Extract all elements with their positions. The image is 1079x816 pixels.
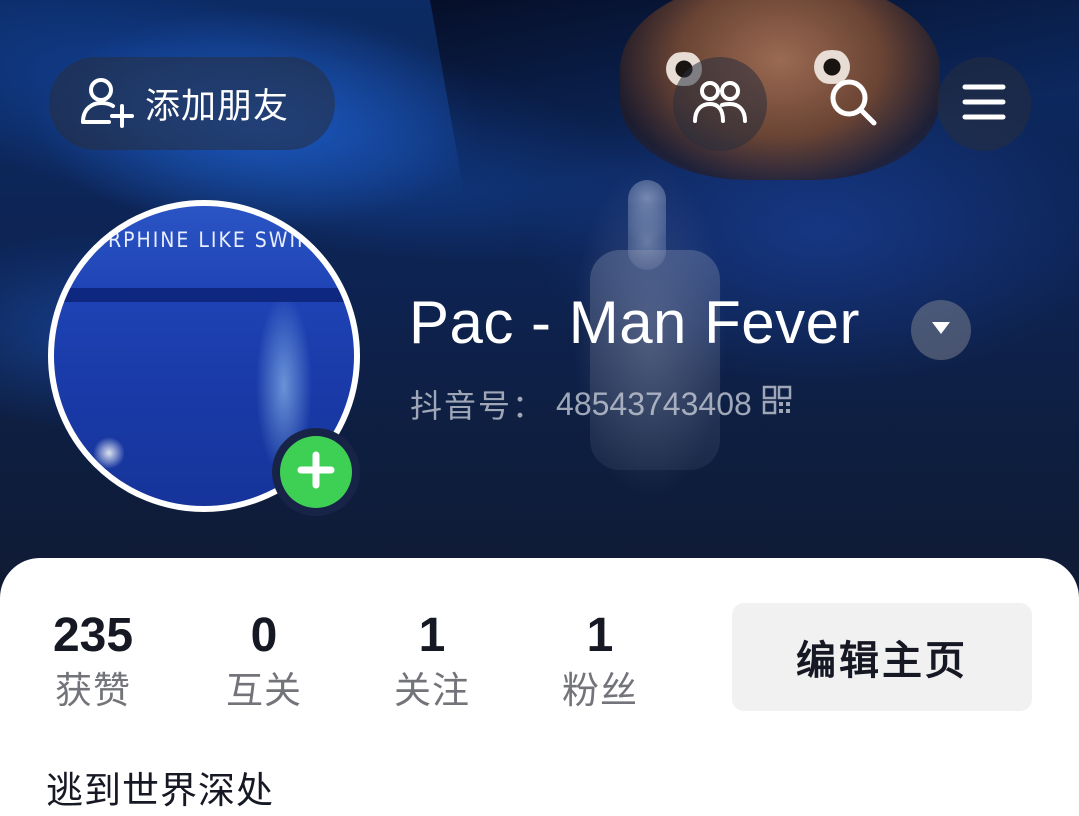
avatar-album-text: RPHINE LIKE SWIMMI: [108, 228, 342, 252]
caret-down-icon: [930, 320, 952, 340]
add-friend-button[interactable]: 添加朋友: [49, 57, 335, 150]
stat-likes-label: 获赞: [55, 669, 131, 712]
stat-mutual-label: 互关: [226, 669, 302, 712]
cover-figure: [590, 250, 720, 470]
stat-likes[interactable]: 235 获赞: [38, 608, 148, 718]
stat-followers-value: 1: [586, 609, 614, 662]
avatar-splash: [94, 436, 124, 470]
search-icon: [827, 76, 879, 132]
account-switch-button[interactable]: [911, 300, 971, 360]
stat-mutual-value: 0: [250, 609, 278, 662]
stat-following-label: 关注: [394, 669, 470, 712]
stat-followers[interactable]: 1 粉丝: [548, 608, 652, 718]
edit-profile-button[interactable]: 编辑主页: [732, 603, 1032, 711]
avatar-pool-line: [54, 288, 354, 302]
profile-bio[interactable]: 逃到世界深处: [46, 760, 274, 814]
plus-icon: [296, 450, 336, 494]
qr-code-icon[interactable]: [762, 385, 792, 423]
add-friend-label: 添加朋友: [145, 87, 290, 127]
stat-following-value: 1: [418, 609, 446, 662]
stat-likes-value: 235: [52, 609, 134, 662]
avatar-add-button[interactable]: [272, 428, 360, 516]
stat-following[interactable]: 1 关注: [380, 608, 484, 718]
stat-followers-label: 粉丝: [562, 669, 638, 712]
douyin-id-value: 48543743408: [556, 385, 752, 422]
hamburger-menu-icon: [962, 83, 1006, 125]
search-button[interactable]: [806, 57, 900, 151]
douyin-id-label: 抖音号：: [410, 388, 547, 424]
stat-mutual[interactable]: 0 互关: [212, 608, 316, 718]
friends-icon: [692, 79, 748, 129]
douyin-id[interactable]: 抖音号： 48543743408: [410, 381, 792, 427]
add-user-icon: [79, 76, 135, 132]
friends-button[interactable]: [673, 57, 767, 151]
menu-button[interactable]: [937, 57, 1031, 151]
username: Pac - Man Fever: [409, 289, 860, 356]
